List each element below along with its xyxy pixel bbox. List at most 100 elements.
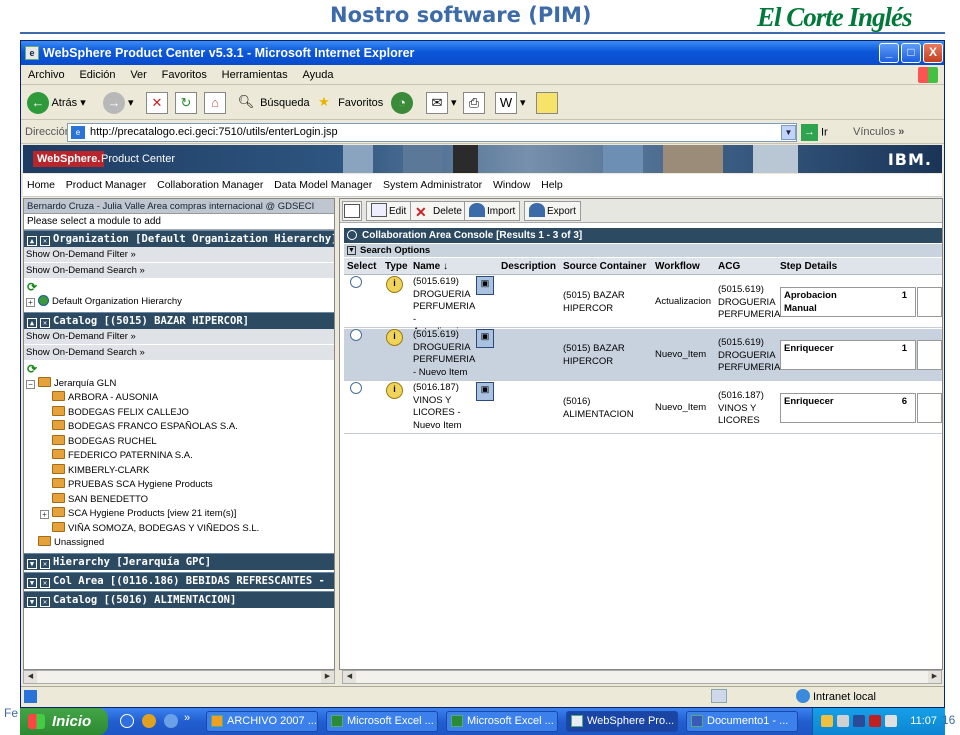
firefox-quicklaunch-icon[interactable] xyxy=(142,714,156,728)
tree-item[interactable]: + SCA Hygiene Products [view 21 item(s)] xyxy=(24,507,334,522)
show-ondemand-search-link[interactable]: Show On-Demand Search » xyxy=(24,263,334,279)
expand-section-icon[interactable]: ▼ xyxy=(27,596,37,607)
tree-item[interactable]: PRUEBAS SCA Hygiene Products xyxy=(24,478,334,493)
close-section-icon[interactable]: ✕ xyxy=(40,577,50,588)
network-icon[interactable] xyxy=(853,715,865,727)
tree-item[interactable]: − Jerarquía GLN xyxy=(24,376,334,392)
quicklaunch-more-icon[interactable]: » xyxy=(184,712,190,724)
show-ondemand-filter-link[interactable]: Show On-Demand Filter » xyxy=(24,247,334,263)
show-ondemand-search-link[interactable]: Show On-Demand Search » xyxy=(24,344,334,361)
description-icon[interactable]: ▣ xyxy=(476,276,494,295)
section-organization[interactable]: ▲ ✕ Organization [Default Organization Hie… xyxy=(24,230,334,247)
url-input[interactable]: e http://precatalogo.eci.geci:7510/utils… xyxy=(67,123,797,142)
minimize-button[interactable]: _ xyxy=(879,43,899,63)
scroll-right-icon[interactable]: ▶ xyxy=(928,671,941,683)
menu-ayuda[interactable]: Ayuda xyxy=(297,65,338,85)
close-button[interactable]: X xyxy=(923,43,943,63)
forward-button[interactable]: → ▾ xyxy=(103,91,134,115)
task-archivo[interactable]: ARCHIVO 2007 ... xyxy=(206,711,318,732)
mail-button[interactable]: ✉ ▾ xyxy=(426,91,457,115)
search-button[interactable]: 🔍︎ Búsqueda xyxy=(235,91,310,115)
nav-data-model-manager[interactable]: Data Model Manager xyxy=(270,174,376,197)
expand-icon[interactable]: + xyxy=(40,510,49,519)
expand-icon[interactable]: + xyxy=(26,298,35,307)
tree-item[interactable]: BODEGAS FRANCO ESPAÑOLAS S.A. xyxy=(24,420,334,435)
collapse-icon[interactable]: ▲ xyxy=(27,317,37,328)
print-button[interactable]: ⎙ xyxy=(463,91,485,115)
show-ondemand-filter-link[interactable]: Show On-Demand Filter » xyxy=(24,328,334,345)
address-dropdown-icon[interactable]: ▼ xyxy=(781,125,796,140)
close-section-icon[interactable]: ✕ xyxy=(40,317,50,328)
menu-ver[interactable]: Ver xyxy=(125,65,152,85)
collapse-icon[interactable]: ▲ xyxy=(27,236,37,246)
col-name[interactable]: Name ↓ xyxy=(413,258,448,275)
description-icon[interactable]: ▣ xyxy=(476,382,494,401)
module-select[interactable]: Please select a module to add xyxy=(24,214,334,230)
scroll-left-icon[interactable]: ◀ xyxy=(343,671,356,683)
tree-item[interactable]: + Default Organization Hierarchy xyxy=(24,295,334,310)
volume-icon[interactable] xyxy=(837,715,849,727)
collapse-tree-icon[interactable]: − xyxy=(26,379,35,389)
scroll-left-icon[interactable]: ◀ xyxy=(24,671,37,683)
tray-icon[interactable] xyxy=(821,715,833,727)
favorites-button[interactable]: ★ Favoritos xyxy=(313,91,383,115)
section-hierarchy[interactable]: ▼ ✕ Hierarchy [Jerarquía GPC] xyxy=(24,552,334,570)
row-name[interactable]: (5016.187) VINOS Y LICORES - Nuevo Item xyxy=(413,382,462,432)
tree-item[interactable]: SAN BENEDETTO xyxy=(24,492,334,508)
table-row[interactable]: i (5015.619) DROGUERIA PERFUMERIA - Actu… xyxy=(344,276,942,337)
tree-item[interactable]: KIMBERLY-CLARK xyxy=(24,463,334,479)
edit-word-button[interactable]: W ▾ xyxy=(495,91,526,115)
description-icon[interactable]: ▣ xyxy=(476,329,494,348)
row-select-radio[interactable] xyxy=(350,276,362,288)
tree-item[interactable]: VIÑA SOMOZA, BODEGAS Y VIÑEDOS S.L. xyxy=(24,521,334,537)
scroll-right-icon[interactable]: ▶ xyxy=(321,671,334,683)
window-titlebar[interactable]: e WebSphere Product Center v5.3.1 - Micr… xyxy=(21,41,944,65)
tree-item[interactable]: FEDERICO PATERNINA S.A. xyxy=(24,449,334,464)
task-excel-2[interactable]: Microsoft Excel ... xyxy=(446,711,558,732)
right-horizontal-scrollbar[interactable]: ◀ ▶ xyxy=(342,670,942,684)
refresh-icon[interactable]: ⟳ xyxy=(24,279,334,295)
collapse-icon[interactable]: ▼ xyxy=(347,246,356,255)
search-options-toggle[interactable]: ▼ Search Options xyxy=(344,244,942,257)
menu-favoritos[interactable]: Favoritos xyxy=(157,65,212,85)
back-button[interactable]: ← Atrás ▾ xyxy=(27,91,86,115)
tray-icon[interactable] xyxy=(869,715,881,727)
export-button[interactable]: Export xyxy=(524,201,581,221)
links-button[interactable]: Vínculos » xyxy=(853,126,904,138)
section-col-area[interactable]: ▼ ✕ Col Area [(0116.186) BEBIDAS REFRESCAN… xyxy=(24,571,334,589)
maximize-button[interactable]: □ xyxy=(901,43,921,63)
edit-button[interactable]: Edit xyxy=(366,201,412,221)
row-step-details[interactable]: Enriquecer 1 xyxy=(780,340,916,370)
row-step-details[interactable]: Enriquecer 6 xyxy=(780,393,916,423)
tree-item[interactable]: BODEGAS RUCHEL xyxy=(24,434,334,450)
ie-quicklaunch-icon[interactable] xyxy=(120,714,134,728)
task-websphere[interactable]: WebSphere Pro... xyxy=(566,711,678,732)
notes-button[interactable] xyxy=(536,91,558,115)
row-select-radio[interactable] xyxy=(350,329,362,341)
close-section-icon[interactable]: ✕ xyxy=(40,236,50,246)
nav-help[interactable]: Help xyxy=(537,174,567,197)
home-button[interactable]: ⌂ xyxy=(204,91,226,115)
tray-icon[interactable] xyxy=(885,715,897,727)
import-button[interactable]: Import xyxy=(464,201,521,221)
expand-section-icon[interactable]: ▼ xyxy=(27,577,37,588)
close-section-icon[interactable]: ✕ xyxy=(40,558,50,569)
menu-archivo[interactable]: Archivo xyxy=(23,65,70,85)
row-name[interactable]: (5015.619) DROGUERIA PERFUMERIA - Nuevo … xyxy=(413,329,475,379)
expand-section-icon[interactable]: ▼ xyxy=(27,558,37,569)
row-step-details[interactable]: Aprobacion Manual 1 xyxy=(780,287,916,317)
row-select-radio[interactable] xyxy=(350,382,362,394)
nav-product-manager[interactable]: Product Manager xyxy=(62,174,151,197)
nav-system-administrator[interactable]: System Administrator xyxy=(379,174,486,197)
new-item-button[interactable] xyxy=(342,201,362,221)
nav-home[interactable]: Home xyxy=(23,174,59,197)
refresh-button[interactable]: ↻ xyxy=(175,91,197,115)
tree-item[interactable]: BODEGAS FELIX CALLEJO xyxy=(24,405,334,421)
task-documento[interactable]: Documento1 - ... xyxy=(686,711,798,732)
table-row[interactable]: i (5015.619) DROGUERIA PERFUMERIA - Nuev… xyxy=(344,329,942,381)
tree-item[interactable]: Unassigned xyxy=(24,536,334,551)
section-catalog-alimentacion[interactable]: ▼ ✕ Catalog [(5016) ALIMENTACION] xyxy=(24,590,334,608)
left-horizontal-scrollbar[interactable]: ◀ ▶ xyxy=(23,670,335,684)
delete-button[interactable]: ✕ Delete xyxy=(410,201,467,221)
go-button[interactable]: → Ir xyxy=(801,124,828,141)
